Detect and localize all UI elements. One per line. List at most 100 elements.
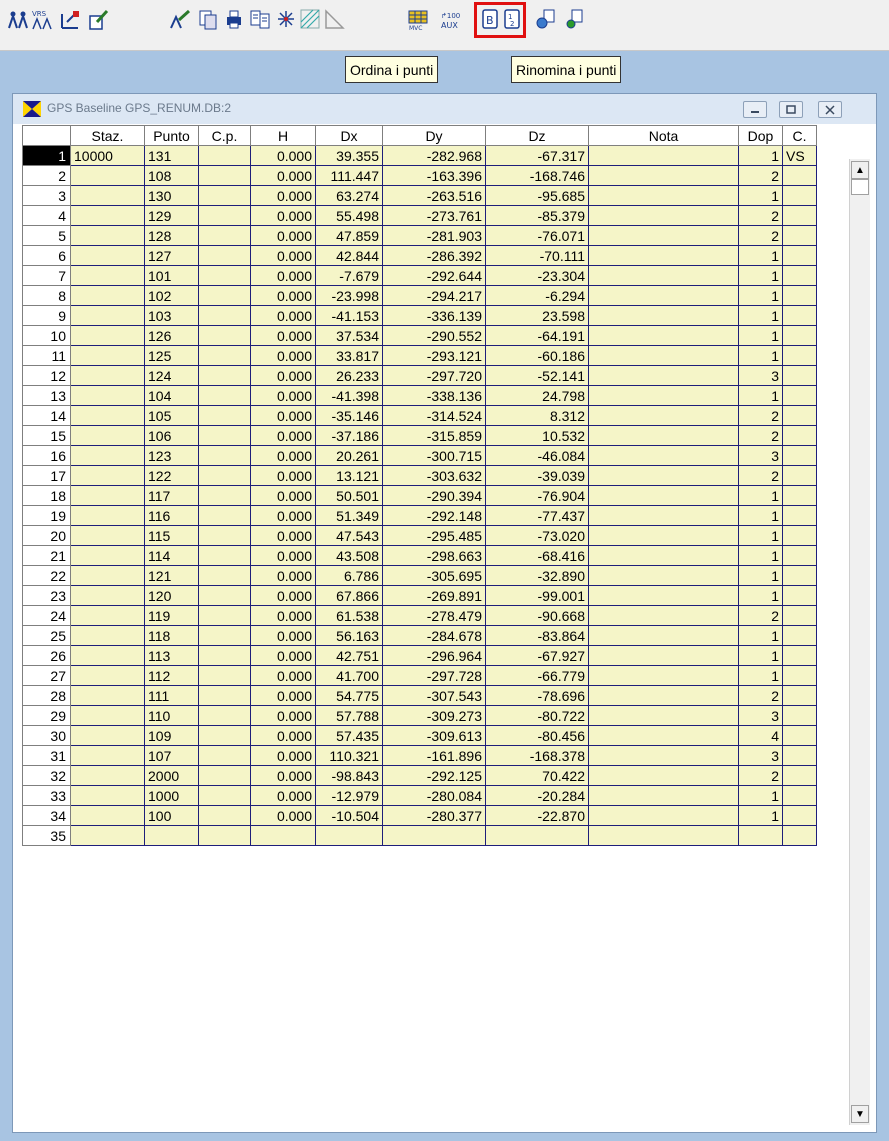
- cell-dz[interactable]: -6.294: [485, 285, 589, 306]
- cell-c[interactable]: [782, 685, 817, 706]
- cell-cp[interactable]: [198, 465, 251, 486]
- cell-dz[interactable]: -73.020: [485, 525, 589, 546]
- cell-dz[interactable]: 70.422: [485, 765, 589, 786]
- cell-dx[interactable]: 54.775: [315, 685, 383, 706]
- column-header[interactable]: Punto: [144, 125, 199, 146]
- cell-h[interactable]: 0.000: [250, 265, 316, 286]
- cell-nota[interactable]: [588, 685, 739, 706]
- cell-cp[interactable]: [198, 185, 251, 206]
- cell-punto[interactable]: 120: [144, 585, 199, 606]
- row-number[interactable]: 6: [22, 245, 71, 266]
- cell-dop[interactable]: 1: [738, 525, 783, 546]
- row-number[interactable]: 30: [22, 725, 71, 746]
- cell-dx[interactable]: 39.355: [315, 145, 383, 166]
- cell-dop[interactable]: 1: [738, 265, 783, 286]
- cell-h[interactable]: 0.000: [250, 145, 316, 166]
- cell-dx[interactable]: 51.349: [315, 505, 383, 526]
- cell-dz[interactable]: [485, 825, 589, 846]
- cell-dy[interactable]: -286.392: [382, 245, 486, 266]
- cell-h[interactable]: 0.000: [250, 485, 316, 506]
- cell-dop[interactable]: 1: [738, 625, 783, 646]
- cell-c[interactable]: [782, 385, 817, 406]
- cell-dz[interactable]: -67.927: [485, 645, 589, 666]
- cell-nota[interactable]: [588, 665, 739, 686]
- cell-dy[interactable]: -282.968: [382, 145, 486, 166]
- cell-staz[interactable]: [70, 265, 145, 286]
- cell-dy[interactable]: -296.964: [382, 645, 486, 666]
- cell-dz[interactable]: -23.304: [485, 265, 589, 286]
- cell-h[interactable]: 0.000: [250, 565, 316, 586]
- cell-staz[interactable]: [70, 625, 145, 646]
- cell-staz[interactable]: 10000: [70, 145, 145, 166]
- cell-cp[interactable]: [198, 745, 251, 766]
- cell-staz[interactable]: [70, 325, 145, 346]
- cell-nota[interactable]: [588, 585, 739, 606]
- cell-dop[interactable]: 1: [738, 805, 783, 826]
- row-number[interactable]: 34: [22, 805, 71, 826]
- cell-dy[interactable]: -163.396: [382, 165, 486, 186]
- cell-dz[interactable]: -22.870: [485, 805, 589, 826]
- cell-dx[interactable]: 47.859: [315, 225, 383, 246]
- scroll-up-arrow-icon[interactable]: ▲: [851, 161, 869, 179]
- cell-staz[interactable]: [70, 825, 145, 846]
- cell-dx[interactable]: 42.844: [315, 245, 383, 266]
- cell-dy[interactable]: -298.663: [382, 545, 486, 566]
- cell-dy[interactable]: -295.485: [382, 525, 486, 546]
- cell-dop[interactable]: 1: [738, 545, 783, 566]
- cell-staz[interactable]: [70, 705, 145, 726]
- cell-dx[interactable]: 57.435: [315, 725, 383, 746]
- cell-dx[interactable]: 13.121: [315, 465, 383, 486]
- cell-c[interactable]: [782, 665, 817, 686]
- cell-dop[interactable]: 4: [738, 725, 783, 746]
- cell-nota[interactable]: [588, 345, 739, 366]
- cell-c[interactable]: [782, 425, 817, 446]
- cell-h[interactable]: 0.000: [250, 385, 316, 406]
- cell-dop[interactable]: 3: [738, 365, 783, 386]
- gps-stations-button[interactable]: [6, 5, 30, 33]
- cell-staz[interactable]: [70, 605, 145, 626]
- cell-c[interactable]: [782, 585, 817, 606]
- cell-dx[interactable]: -12.979: [315, 785, 383, 806]
- cell-dx[interactable]: 111.447: [315, 165, 383, 186]
- cell-punto[interactable]: 107: [144, 745, 199, 766]
- cell-dz[interactable]: -66.779: [485, 665, 589, 686]
- cell-h[interactable]: 0.000: [250, 245, 316, 266]
- cell-punto[interactable]: 1000: [144, 785, 199, 806]
- cell-dop[interactable]: 1: [738, 505, 783, 526]
- cell-cp[interactable]: [198, 485, 251, 506]
- triangle-button[interactable]: [322, 5, 346, 33]
- cell-c[interactable]: [782, 405, 817, 426]
- column-header[interactable]: Nota: [588, 125, 739, 146]
- cell-h[interactable]: 0.000: [250, 365, 316, 386]
- cell-c[interactable]: [782, 445, 817, 466]
- cell-dy[interactable]: -280.377: [382, 805, 486, 826]
- cell-dz[interactable]: -68.416: [485, 545, 589, 566]
- cell-c[interactable]: [782, 285, 817, 306]
- column-header[interactable]: Dy: [382, 125, 486, 146]
- row-number[interactable]: 5: [22, 225, 71, 246]
- cell-punto[interactable]: 104: [144, 385, 199, 406]
- cell-dz[interactable]: -90.668: [485, 605, 589, 626]
- cell-c[interactable]: [782, 245, 817, 266]
- cell-nota[interactable]: [588, 605, 739, 626]
- print-button[interactable]: [222, 5, 246, 33]
- cell-dx[interactable]: 67.866: [315, 585, 383, 606]
- window-titlebar[interactable]: GPS Baseline GPS_RENUM.DB:2: [13, 94, 876, 124]
- cell-punto[interactable]: 123: [144, 445, 199, 466]
- row-number[interactable]: 3: [22, 185, 71, 206]
- row-number[interactable]: 4: [22, 205, 71, 226]
- cell-dx[interactable]: 61.538: [315, 605, 383, 626]
- cell-h[interactable]: 0.000: [250, 405, 316, 426]
- cell-cp[interactable]: [198, 505, 251, 526]
- cell-staz[interactable]: [70, 805, 145, 826]
- cell-cp[interactable]: [198, 385, 251, 406]
- cell-dy[interactable]: -290.552: [382, 325, 486, 346]
- column-header[interactable]: C.p.: [198, 125, 251, 146]
- cell-staz[interactable]: [70, 305, 145, 326]
- cell-punto[interactable]: 127: [144, 245, 199, 266]
- cell-dx[interactable]: -41.153: [315, 305, 383, 326]
- cell-dy[interactable]: -315.859: [382, 425, 486, 446]
- cell-cp[interactable]: [198, 605, 251, 626]
- cell-cp[interactable]: [198, 205, 251, 226]
- cell-dz[interactable]: -70.111: [485, 245, 589, 266]
